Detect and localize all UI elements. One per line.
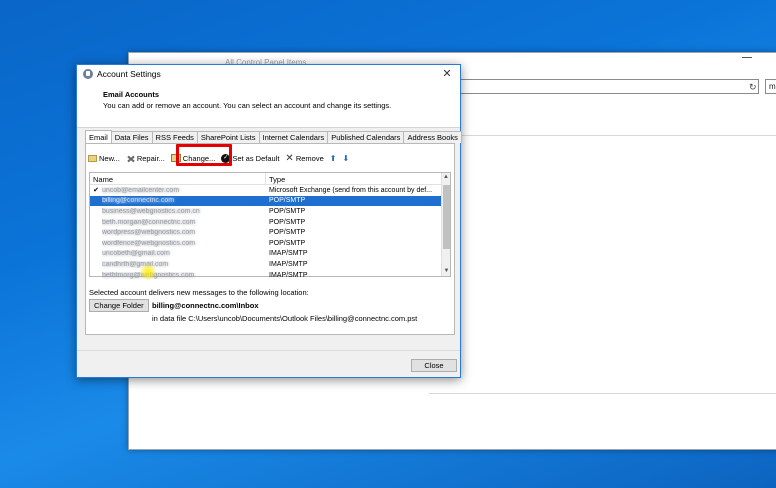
repair-tools-icon [126,154,135,163]
repair-label: Repair... [136,153,165,163]
email-toolbar: New... Repair... Change... ✓ Set as Defa… [88,144,355,166]
close-icon[interactable]: ✕ [441,67,453,80]
change-account-icon [170,154,181,162]
account-name: uncob@emailcenter.com [102,186,180,194]
account-type: Microsoft Exchange (send from this accou… [269,186,433,194]
list-header: Name Type [90,173,450,185]
account-type: POP/SMTP [269,229,306,237]
dialog-header: Email Accounts You can add or remove an … [77,82,460,128]
search-input[interactable]: ma [765,79,776,94]
list-item[interactable]: beth.morgan@connectnc.com POP/SMTP [90,217,442,228]
scroll-down-icon[interactable]: ▼ [442,267,451,276]
move-up-icon[interactable]: ⬆ [330,154,337,163]
dialog-titlebar[interactable]: Account Settings ✕ [77,65,460,82]
remove-label: Remove [295,153,324,163]
move-down-icon[interactable]: ⬇ [342,154,349,163]
column-header-type[interactable]: Type [266,173,285,184]
change-button[interactable]: Change... [170,153,216,163]
list-rows: ✔ uncob@emailcenter.com Microsoft Exchange… [90,185,442,280]
new-mail-icon [88,154,97,162]
divider [459,135,776,136]
remove-x-icon: ✕ [285,152,294,164]
account-name: wordpress@webgnostics.com [102,229,196,237]
email-accounts-list[interactable]: Name Type ✔ uncob@emailcenter.com Microsof… [89,172,451,280]
change-label: Change... [182,153,216,163]
account-settings-dialog: Account Settings ✕ Email Accounts You ca… [76,64,462,378]
tab-address-books[interactable]: Address Books [403,131,462,143]
header-subtitle: You can add or remove an account. You ca… [103,101,392,110]
account-type: POP/SMTP [269,218,306,226]
account-settings-icon [83,68,93,79]
column-header-name[interactable]: Name [90,173,266,184]
account-type: IMAP/SMTP [269,260,308,268]
scroll-thumb[interactable] [443,185,450,249]
account-name: uncobeth@gmail.com [102,250,170,258]
change-folder-button[interactable]: Change Folder [89,299,149,312]
list-item[interactable]: uncobeth@gmail.com IMAP/SMTP [90,249,442,260]
scroll-up-icon[interactable]: ▲ [442,173,450,182]
tab-published-calendars[interactable]: Published Calendars [327,131,405,143]
account-type: POP/SMTP [269,197,306,205]
list-scrollbar[interactable]: ▲ ▼ [441,173,450,276]
repair-button[interactable]: Repair... [126,154,165,163]
list-item[interactable]: ✔ uncob@emailcenter.com Microsoft Exchange… [90,185,442,196]
list-item[interactable]: candhrth@gmail.com IMAP/SMTP [90,259,442,270]
checkmark-icon: ✓ [221,153,231,163]
tab-rss-feeds[interactable]: RSS Feeds [151,131,198,143]
tab-data-files[interactable]: Data Files [110,131,153,143]
divider [429,393,776,394]
address-bar[interactable] [459,79,759,94]
account-type: POP/SMTP [269,239,306,247]
tab-sharepoint-lists[interactable]: SharePoint Lists [196,131,260,143]
refresh-icon[interactable]: ↻ [749,82,757,93]
list-item[interactable]: billing@connectnc.com POP/SMTP [90,195,442,207]
remove-button[interactable]: ✕ Remove [285,152,324,164]
new-label: New... [99,153,120,163]
list-item[interactable]: wordpress@webgnostics.com POP/SMTP [90,227,442,238]
list-item[interactable]: bethtmorg@webgnostics.com IMAP/SMTP [90,270,442,281]
tab-internet-calendars[interactable]: Internet Calendars [258,131,329,143]
tab-strip: Email Data Files RSS Feeds SharePoint Li… [85,130,462,143]
account-name: candhrth@gmail.com [102,260,169,268]
list-item[interactable]: business@webgnostics.com.cn POP/SMTP [90,206,442,217]
deliver-location-label: Selected account delivers new messages t… [89,288,309,297]
header-title: Email Accounts [103,90,159,99]
account-type: POP/SMTP [269,207,306,215]
footer-divider [77,350,460,351]
account-name: beth.morgan@connectnc.com [102,218,196,226]
default-account-check-icon: ✔ [93,187,99,195]
minimize-icon[interactable] [742,57,752,58]
close-button[interactable]: Close [411,359,457,372]
new-account-button[interactable]: New... [88,154,120,163]
account-type: IMAP/SMTP [269,271,308,279]
account-name: billing@connectnc.com [102,197,175,205]
account-name: business@webgnostics.com.cn [102,207,200,215]
account-name: bethtmorg@webgnostics.com [102,271,195,279]
set-as-default-button[interactable]: ✓ Set as Default [221,153,280,163]
account-name: wordfence@webgnostics.com [102,239,196,247]
email-tab-panel: New... Repair... Change... ✓ Set as Defa… [85,143,455,335]
delivery-folder-path: billing@connectnc.com\Inbox [152,301,259,310]
dialog-title: Account Settings [97,68,161,79]
account-type: IMAP/SMTP [269,250,308,258]
set-default-label: Set as Default [232,153,280,163]
list-item[interactable]: wordfence@webgnostics.com POP/SMTP [90,238,442,249]
data-file-path: in data file C:\Users\uncob\Documents\Ou… [152,314,418,323]
tab-email[interactable]: Email [85,130,112,143]
